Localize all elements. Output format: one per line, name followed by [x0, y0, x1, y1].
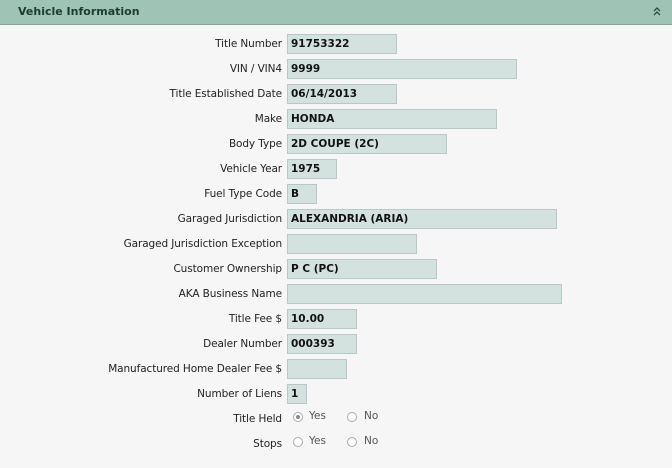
row-fuel-type-code: Fuel Type Code B	[0, 184, 672, 206]
title-established-date-field[interactable]: 06/14/2013	[287, 84, 397, 104]
title-held-label: Title Held	[233, 413, 282, 425]
stops-no-radio[interactable]	[347, 437, 357, 447]
title-number-label: Title Number	[215, 38, 282, 50]
vin-field[interactable]: 9999	[287, 59, 517, 79]
make-field[interactable]: HONDA	[287, 109, 497, 129]
vehicle-information-panel: Vehicle Information Title Number 9175332…	[0, 0, 672, 468]
garaged-jurisdiction-exception-field[interactable]	[287, 234, 417, 254]
vehicle-year-label: Vehicle Year	[220, 163, 282, 175]
title-established-date-label: Title Established Date	[169, 88, 283, 100]
garaged-jurisdiction-exception-label: Garaged Jurisdiction Exception	[123, 238, 282, 250]
row-stops: Stops Yes No	[0, 434, 672, 456]
title-number-field[interactable]: 91753322	[287, 34, 397, 54]
row-title-fee: Title Fee $ 10.00	[0, 309, 672, 331]
title-held-no-label: No	[364, 410, 379, 422]
row-customer-ownership: Customer Ownership P C (PC)	[0, 259, 672, 281]
collapse-icon[interactable]	[650, 4, 664, 18]
aka-business-name-field[interactable]	[287, 284, 562, 304]
row-vin: VIN / VIN4 9999	[0, 59, 672, 81]
row-number-of-liens: Number of Liens 1	[0, 384, 672, 406]
body-type-field[interactable]: 2D COUPE (2C)	[287, 134, 447, 154]
stops-no-label: No	[364, 435, 379, 447]
title-fee-field[interactable]: 10.00	[287, 309, 357, 329]
row-vehicle-year: Vehicle Year 1975	[0, 159, 672, 181]
fuel-type-code-label: Fuel Type Code	[204, 188, 282, 200]
row-title-held: Title Held Yes No	[0, 409, 672, 431]
row-title-number: Title Number 91753322	[0, 34, 672, 56]
vehicle-year-field[interactable]: 1975	[287, 159, 337, 179]
stops-yes-radio[interactable]	[293, 437, 303, 447]
number-of-liens-label: Number of Liens	[197, 388, 282, 400]
title-held-yes-label: Yes	[309, 410, 326, 422]
section-title: Vehicle Information	[18, 5, 140, 18]
row-garaged-jurisdiction: Garaged Jurisdiction ALEXANDRIA (ARIA)	[0, 209, 672, 231]
body-type-label: Body Type	[228, 138, 282, 150]
make-label: Make	[254, 113, 282, 125]
customer-ownership-label: Customer Ownership	[173, 263, 282, 275]
vin-label: VIN / VIN4	[229, 63, 282, 75]
title-fee-label: Title Fee $	[228, 313, 282, 325]
stops-yes-label: Yes	[309, 435, 326, 447]
aka-business-name-label: AKA Business Name	[178, 288, 282, 300]
manufactured-home-dealer-fee-field[interactable]	[287, 359, 347, 379]
row-garaged-jurisdiction-exception: Garaged Jurisdiction Exception	[0, 234, 672, 256]
title-held-no-radio[interactable]	[347, 412, 357, 422]
row-body-type: Body Type 2D COUPE (2C)	[0, 134, 672, 156]
manufactured-home-dealer-fee-label: Manufactured Home Dealer Fee $	[108, 363, 282, 375]
stops-label: Stops	[253, 438, 282, 450]
row-aka-business-name: AKA Business Name	[0, 284, 672, 306]
number-of-liens-field[interactable]: 1	[287, 384, 307, 404]
garaged-jurisdiction-label: Garaged Jurisdiction	[177, 213, 282, 225]
customer-ownership-field[interactable]: P C (PC)	[287, 259, 437, 279]
dealer-number-label: Dealer Number	[203, 338, 282, 350]
row-title-established-date: Title Established Date 06/14/2013	[0, 84, 672, 106]
section-header[interactable]: Vehicle Information	[0, 0, 672, 25]
dealer-number-field[interactable]: 000393	[287, 334, 357, 354]
row-dealer-number: Dealer Number 000393	[0, 334, 672, 356]
garaged-jurisdiction-field[interactable]: ALEXANDRIA (ARIA)	[287, 209, 557, 229]
title-held-yes-radio[interactable]	[293, 412, 303, 422]
fuel-type-code-field[interactable]: B	[287, 184, 317, 204]
row-make: Make HONDA	[0, 109, 672, 131]
row-manufactured-home-dealer-fee: Manufactured Home Dealer Fee $	[0, 359, 672, 381]
